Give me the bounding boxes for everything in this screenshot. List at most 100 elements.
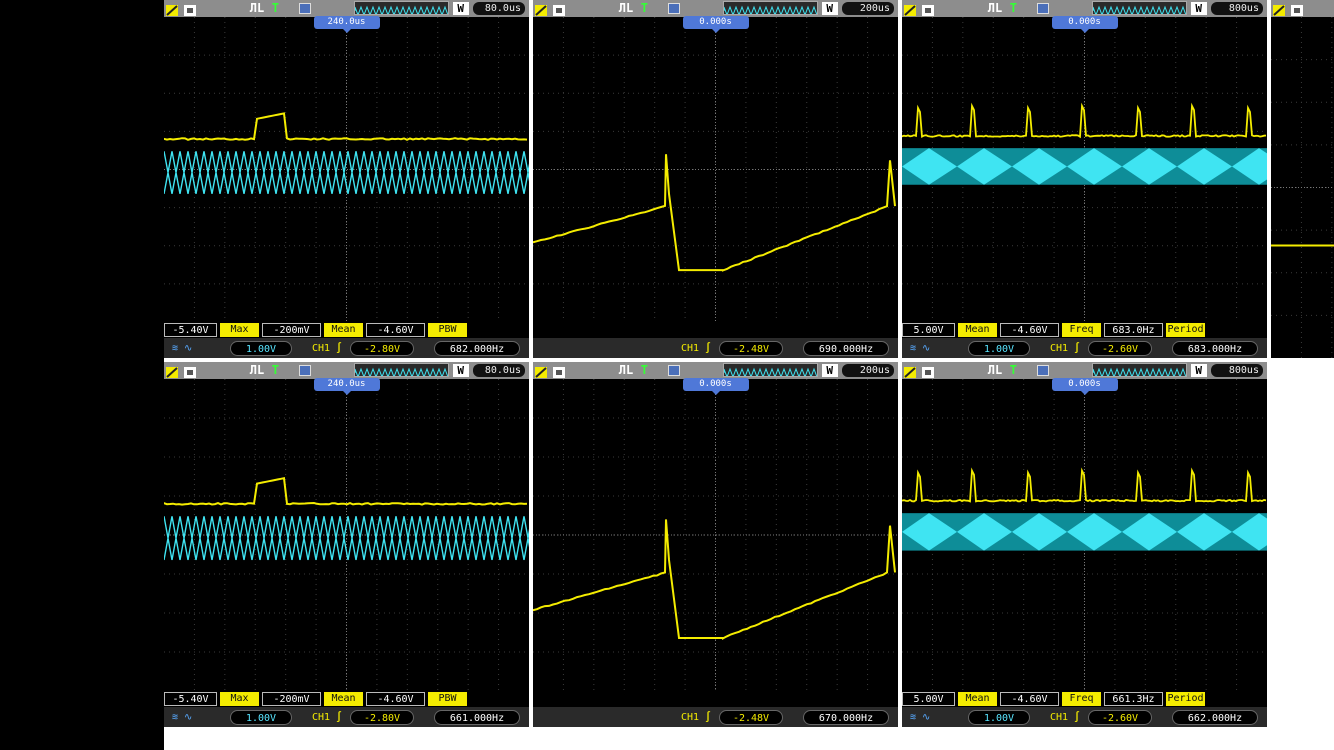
measurement-label: Mean <box>324 323 363 337</box>
status-bar: ≋ ∿ 1.00V CH1 ∫ -2.60V 662.000Hz <box>902 707 1267 727</box>
pulse-icon[interactable]: ЛL <box>619 1 633 15</box>
trigger-t-icon[interactable]: T <box>641 1 648 15</box>
scope-panel: ЛL T W 800us 0.000s 5.00V Mean -4.60V Freq 661.3H… <box>902 362 1267 727</box>
measurement-label: Period <box>1166 692 1205 706</box>
waveform-display <box>164 379 529 691</box>
measurement-bar <box>533 691 898 707</box>
waveform-window-icon <box>722 363 818 377</box>
trigger-level-readout[interactable]: -2.60V <box>1088 341 1152 356</box>
acquire-mode-icon <box>1273 5 1303 16</box>
toolbar: ЛL T W 80.0us <box>164 362 529 379</box>
measurement-label: Mean <box>324 692 363 706</box>
frequency-readout: 670.000Hz <box>803 710 889 725</box>
scope-panel: ЛL T W 80.0us 240.0us -5.40V Max -200mV Mean -4.6… <box>164 362 529 727</box>
trigger-t-icon[interactable]: T <box>1010 363 1017 377</box>
status-bar: CH1 ∫ -2.48V 670.000Hz <box>533 707 898 727</box>
save-icon[interactable] <box>668 3 681 14</box>
scope-panel: ЛL T W 200us 0.000s CH1 ∫ -2.48V 690.000Hz <box>533 0 898 358</box>
status-bar: ≋ ∿ 1.00V CH1 ∫ -2.80V 661.000Hz <box>164 707 529 727</box>
w-badge: W <box>821 2 838 15</box>
w-badge: W <box>452 364 469 377</box>
pulse-icon[interactable]: ЛL <box>988 363 1002 377</box>
trigger-level-readout[interactable]: -2.48V <box>719 341 783 356</box>
trigger-level-readout[interactable]: -2.80V <box>350 710 414 725</box>
scope-panel: ЛL T W 80.0us 240.0us -5.40V Max -200mV Mean -4.6… <box>164 0 529 358</box>
trigger-position-marker: 0.000s <box>682 378 749 395</box>
save-icon[interactable] <box>299 365 312 376</box>
rising-edge-icon: ∫ <box>705 343 712 354</box>
waveform-window-trace <box>354 5 448 14</box>
rising-edge-icon: ∫ <box>336 712 343 723</box>
measurement-label: Period <box>1166 323 1205 337</box>
mode-icons <box>533 364 571 378</box>
ch2-scale-readout[interactable]: 1.00V <box>230 341 292 356</box>
save-icon[interactable] <box>1037 3 1050 14</box>
pulse-icon[interactable]: ЛL <box>250 1 264 15</box>
waveform-window-trace <box>723 367 817 376</box>
ch2-scale-readout[interactable]: 1.00V <box>968 710 1030 725</box>
measurement-value: -5.40V <box>164 692 217 706</box>
waveform-display <box>1271 17 1334 358</box>
w-badge: W <box>1190 2 1207 15</box>
trigger-t-icon[interactable]: T <box>272 1 279 15</box>
mode-icon-2-inner <box>925 370 931 375</box>
measurement-value: -4.60V <box>1000 323 1059 337</box>
ch2-scale-readout[interactable]: 1.00V <box>230 710 292 725</box>
save-icon[interactable] <box>299 3 312 14</box>
pulse-icon[interactable]: ЛL <box>619 363 633 377</box>
trigger-position-marker: 240.0us <box>313 378 380 395</box>
timebase-readout: 800us <box>1210 2 1263 15</box>
waveform-window-icon <box>353 1 449 15</box>
save-icon[interactable] <box>668 365 681 376</box>
measurement-bar: 5.00V Mean -4.60V Freq 661.3Hz Period <box>902 691 1267 707</box>
waveform-window-preview <box>1092 5 1186 14</box>
trigger-t-icon[interactable]: T <box>272 363 279 377</box>
trigger-t-icon[interactable]: T <box>1010 1 1017 15</box>
rising-edge-icon: ∫ <box>1074 343 1081 354</box>
scope-panel: ЛL T W 800us 0.000s 5.00V Mean -4.60V Freq 683.0H… <box>902 0 1267 358</box>
mode-icon-2-inner <box>187 8 193 13</box>
ch1-label: CH1 <box>312 343 331 354</box>
toolbar: ЛL T W 800us <box>902 362 1267 379</box>
waveform-window-trace <box>1092 5 1186 14</box>
pulse-icon[interactable]: ЛL <box>988 1 1002 15</box>
pulse-icon[interactable]: ЛL <box>250 363 264 377</box>
measurement-value: 661.3Hz <box>1104 692 1163 706</box>
frequency-readout: 661.000Hz <box>434 710 520 725</box>
trigger-level-readout[interactable]: -2.48V <box>719 710 783 725</box>
trigger-level-readout[interactable]: -2.60V <box>1088 710 1152 725</box>
measurement-label: Max <box>220 323 259 337</box>
ch1-trace <box>533 519 896 641</box>
waveform-display <box>902 379 1267 691</box>
acquire-mode-icon <box>535 367 565 378</box>
ch1-label: CH1 <box>1050 343 1069 354</box>
waveform-display <box>533 17 898 322</box>
waveform-window-icon <box>1091 1 1187 15</box>
frequency-readout: 662.000Hz <box>1172 710 1258 725</box>
measurement-label: PBW <box>428 692 467 706</box>
save-icon[interactable] <box>1037 365 1050 376</box>
waveform-window-icon <box>1091 363 1187 377</box>
status-bar: ≋ ∿ 1.00V CH1 ∫ -2.60V 683.000Hz <box>902 338 1267 358</box>
measurement-bar: -5.40V Max -200mV Mean -4.60V PBW <box>164 322 529 338</box>
measurement-value: -5.40V <box>164 323 217 337</box>
acquire-mode-icon <box>535 5 565 16</box>
trigger-t-icon[interactable]: T <box>641 363 648 377</box>
waveform-window-preview <box>723 367 817 376</box>
toolbar: ЛL T W 800us <box>902 0 1267 17</box>
waveform-window-preview <box>354 5 448 14</box>
ch2-coupling-icon: ≋ ∿ <box>910 712 931 723</box>
ch2-scale-readout[interactable]: 1.00V <box>968 341 1030 356</box>
waveform-display <box>902 17 1267 322</box>
timebase-readout: 200us <box>841 364 894 377</box>
waveform-window-trace <box>1092 367 1186 376</box>
mode-icons <box>533 2 571 16</box>
acquire-mode-icon <box>904 367 934 378</box>
measurement-label: Max <box>220 692 259 706</box>
frequency-readout: 690.000Hz <box>803 341 889 356</box>
timebase-readout: 80.0us <box>472 364 525 377</box>
toolbar: ЛL T W 80.0us <box>164 0 529 17</box>
measurement-label: Mean <box>958 692 997 706</box>
trigger-level-readout[interactable]: -2.80V <box>350 341 414 356</box>
waveform-display <box>533 379 898 691</box>
